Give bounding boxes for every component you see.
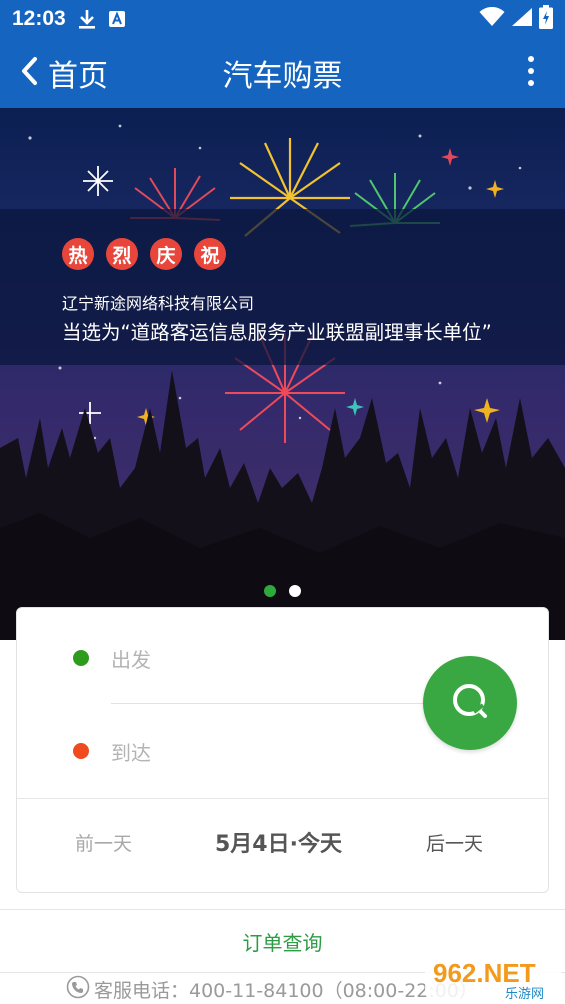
watermark-logo: 962.NET 乐游网	[425, 952, 561, 1002]
status-bar: 12:03	[0, 0, 565, 38]
search-button[interactable]	[423, 656, 517, 750]
departure-dot-icon	[73, 650, 89, 666]
download-icon	[78, 9, 96, 29]
banner-company: 辽宁新途网络科技有限公司	[62, 294, 255, 313]
badge-char: 烈	[106, 238, 138, 270]
date-selector: 前一天 5月4日·今天 后一天	[17, 799, 548, 894]
status-time: 12:03	[12, 7, 66, 30]
more-vertical-icon[interactable]	[523, 56, 539, 92]
back-button[interactable]: 首页	[0, 38, 108, 108]
badge-char: 热	[62, 238, 94, 270]
celebration-badges: 热 烈 庆 祝	[62, 238, 226, 270]
banner-headline: 当选为“道路客运信息服务产业联盟副理事长单位”	[62, 321, 492, 344]
chevron-left-icon	[20, 56, 38, 90]
badge-char: 祝	[194, 238, 226, 270]
carousel-dot-active[interactable]	[264, 585, 276, 597]
badge-char: 庆	[150, 238, 182, 270]
arrival-placeholder: 到达	[111, 740, 151, 765]
app-bar: 首页 汽车购票	[0, 38, 565, 108]
carousel-dot[interactable]	[289, 585, 301, 597]
notification-a-icon	[108, 10, 126, 28]
promo-banner[interactable]: 热 烈 庆 祝 辽宁新途网络科技有限公司 当选为“道路客运信息服务产业联盟副理事…	[0, 108, 565, 640]
service-phone-text: 客服电话：400-11-84100（08:00-22:00）	[94, 980, 478, 1002]
watermark-text: 962.NET	[433, 958, 536, 988]
current-date[interactable]: 5月4日·今天	[215, 826, 342, 858]
phone-icon	[66, 975, 94, 1004]
fireworks-crowd-illustration	[0, 124, 565, 640]
booking-card: 出发 到达 前一天 5月4日·今天 后一天	[16, 607, 549, 893]
watermark-subtext: 乐游网	[505, 987, 544, 1002]
prev-day-button[interactable]: 前一天	[75, 829, 132, 856]
search-icon	[448, 679, 492, 727]
back-label: 首页	[48, 59, 108, 94]
departure-placeholder: 出发	[111, 647, 151, 672]
carousel-indicator	[264, 585, 301, 597]
signal-icon	[511, 7, 533, 31]
arrival-dot-icon	[73, 743, 89, 759]
wifi-icon	[479, 6, 505, 31]
battery-charging-icon	[539, 5, 553, 33]
station-divider	[111, 703, 441, 704]
order-query-button[interactable]: 订单查询	[243, 927, 323, 956]
next-day-button[interactable]: 后一天	[426, 829, 483, 856]
